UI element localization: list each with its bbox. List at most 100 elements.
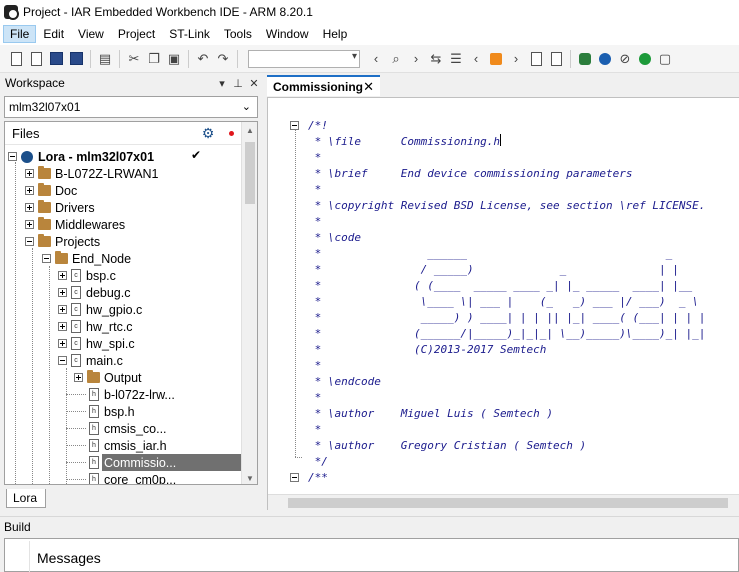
expand-icon[interactable]	[58, 305, 67, 314]
cut-icon[interactable]: ✂	[126, 51, 142, 67]
tree-item-file[interactable]: h bsp.h	[89, 403, 135, 420]
expand-icon[interactable]	[74, 373, 83, 382]
copy-icon[interactable]: ❐	[146, 51, 162, 67]
expand-icon[interactable]	[25, 169, 34, 178]
expand-icon[interactable]	[25, 186, 34, 195]
tree-item-file[interactable]: c main.c	[58, 352, 123, 369]
menu-help[interactable]: Help	[316, 25, 355, 43]
find-icon[interactable]: ⌕	[388, 51, 404, 67]
tree-item-file[interactable]: c bsp.c	[58, 267, 116, 284]
menu-tools[interactable]: Tools	[217, 25, 259, 43]
menu-edit[interactable]: Edit	[36, 25, 71, 43]
tree-item-label: core_cm0p...	[104, 472, 177, 485]
expand-icon[interactable]	[25, 203, 34, 212]
project-node[interactable]: Lora - mlm32l07x01	[8, 148, 154, 165]
project-label: Lora - mlm32l07x01	[38, 149, 155, 164]
find-next-icon[interactable]: ›	[408, 51, 424, 67]
collapse-icon[interactable]	[58, 356, 67, 365]
expand-icon[interactable]	[58, 322, 67, 331]
collapse-icon[interactable]	[42, 254, 51, 263]
pin-icon[interactable]: ⊥	[231, 77, 245, 90]
tree-item-file[interactable]: h core_cm0p...	[89, 471, 177, 485]
tree-item-folder[interactable]: End_Node	[42, 250, 131, 267]
scrollbar-thumb[interactable]	[288, 498, 728, 508]
tree-item-folder[interactable]: Middlewares	[25, 216, 125, 233]
expand-icon[interactable]	[25, 220, 34, 229]
print-icon[interactable]: ▤	[97, 51, 113, 67]
editor-horizontal-scrollbar[interactable]	[268, 494, 739, 510]
editor-tab-commissioning[interactable]: Commissioning ✕	[267, 75, 380, 96]
go-to-icon[interactable]: ⇆	[428, 51, 444, 67]
expand-icon[interactable]	[58, 288, 67, 297]
build-messages: Messages	[4, 538, 739, 572]
tree-item-file[interactable]: c hw_rtc.c	[58, 318, 133, 335]
find-combo[interactable]	[248, 49, 360, 68]
debug-icon[interactable]	[597, 51, 613, 67]
tree-item-file-selected[interactable]: h Commissio...	[89, 454, 176, 471]
menu-project[interactable]: Project	[111, 25, 162, 43]
files-label: Files	[12, 125, 40, 141]
expand-icon[interactable]	[58, 339, 67, 348]
open-file-icon[interactable]	[28, 51, 44, 67]
save-icon[interactable]	[48, 51, 64, 67]
redo-icon[interactable]: ↷	[215, 51, 231, 67]
tree-item-folder[interactable]: Projects	[25, 233, 100, 250]
menu-file[interactable]: File	[3, 25, 37, 43]
workspace-tab-lora[interactable]: Lora	[6, 489, 46, 508]
tree-item-file[interactable]: h cmsis_co...	[89, 420, 167, 437]
code-line: * \code	[308, 231, 361, 244]
tree-item-label: hw_spi.c	[86, 336, 135, 351]
undo-icon[interactable]: ↶	[195, 51, 211, 67]
go-icon[interactable]	[637, 51, 653, 67]
tree-item-file[interactable]: c hw_spi.c	[58, 335, 135, 352]
tree-item-file[interactable]: h b-l072z-lrw...	[89, 386, 175, 403]
h-file-icon: h	[89, 405, 99, 418]
close-icon[interactable]: ✕	[363, 79, 374, 95]
collapse-icon[interactable]	[25, 237, 34, 246]
fold-line	[295, 457, 302, 458]
h-file-icon: h	[89, 456, 99, 469]
code-line: * \file Commissioning.h	[308, 134, 502, 150]
tree-item-file[interactable]: c hw_gpio.c	[58, 301, 142, 318]
make-icon[interactable]	[548, 51, 564, 67]
menu-st-link[interactable]: ST-Link	[162, 25, 217, 43]
download-icon[interactable]	[577, 51, 593, 67]
tree-item-folder[interactable]: Drivers	[25, 199, 95, 216]
tree-item-file[interactable]: c debug.c	[58, 284, 130, 301]
step-icon[interactable]: ▢	[657, 51, 673, 67]
dropdown-icon[interactable]: ▾	[215, 77, 229, 90]
tree-item-folder[interactable]: Doc	[25, 182, 77, 199]
tree-item-folder[interactable]: Output	[74, 369, 142, 386]
build-header: Build	[0, 516, 739, 536]
scroll-down-icon[interactable]: ▼	[246, 474, 254, 483]
code-editor[interactable]: /*! * \file Commissioning.h * * \brief E…	[267, 97, 739, 510]
toggle-bookmark-icon[interactable]: ☰	[448, 51, 464, 67]
tree-item-label: Commissio...	[104, 455, 177, 470]
save-all-icon[interactable]	[68, 51, 84, 67]
tree-item-folder[interactable]: B-L072Z-LRWAN1	[25, 165, 159, 182]
new-file-icon[interactable]	[8, 51, 24, 67]
close-icon[interactable]: ✕	[247, 77, 261, 90]
navigate-forward-icon[interactable]: ›	[508, 51, 524, 67]
find-previous-icon[interactable]: ‹	[368, 51, 384, 67]
gear-icon[interactable]: ⚙	[201, 126, 215, 140]
expand-icon[interactable]	[58, 271, 67, 280]
paste-icon[interactable]: ▣	[166, 51, 182, 67]
menu-window[interactable]: Window	[259, 25, 316, 43]
scroll-up-icon[interactable]: ▲	[246, 126, 254, 135]
fold-collapse-icon[interactable]	[290, 473, 299, 482]
menu-view[interactable]: View	[71, 25, 111, 43]
h-file-icon: h	[89, 439, 99, 452]
compile-icon[interactable]	[528, 51, 544, 67]
scrollbar-thumb[interactable]	[245, 142, 255, 204]
collapse-icon[interactable]	[8, 152, 17, 161]
workspace-scrollbar[interactable]: ▲ ▼	[241, 122, 257, 484]
fold-collapse-icon[interactable]	[290, 121, 299, 130]
stop-icon[interactable]: ⊘	[617, 51, 633, 67]
editor-gutter	[268, 98, 308, 510]
code-line: *	[308, 391, 322, 404]
breakpoint-icon[interactable]	[488, 51, 504, 67]
navigate-back-icon[interactable]: ‹	[468, 51, 484, 67]
tree-item-file[interactable]: h cmsis_iar.h	[89, 437, 167, 454]
configuration-select[interactable]: mlm32l07x01 ⌄	[4, 96, 258, 118]
